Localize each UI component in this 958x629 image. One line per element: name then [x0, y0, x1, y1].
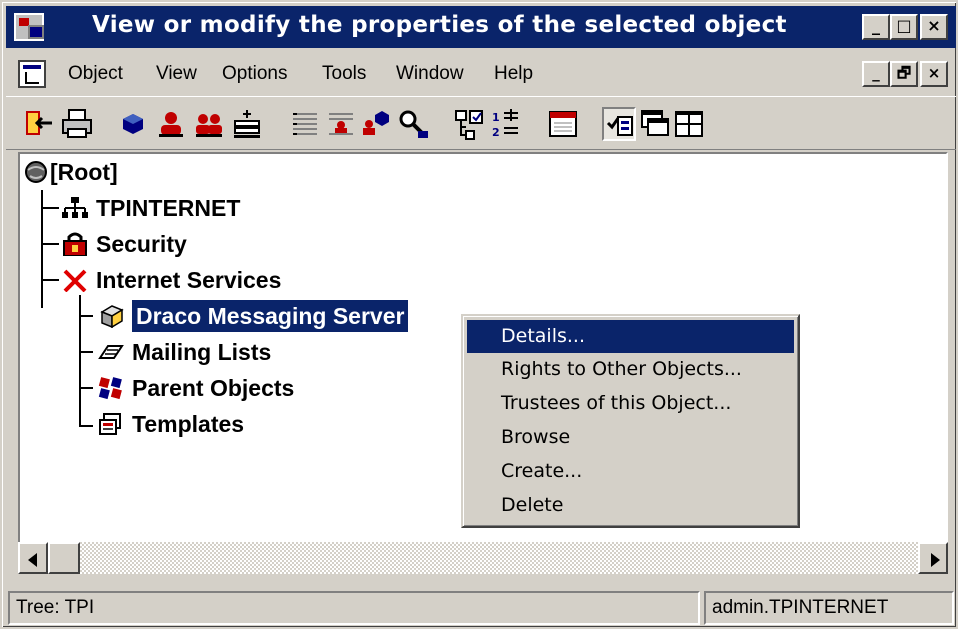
svg-text:1: 1	[492, 111, 500, 124]
sort-icon[interactable]: 12	[488, 107, 522, 141]
tile-icon[interactable]	[672, 107, 706, 141]
tree-connector	[79, 387, 93, 389]
status-bar: Tree: TPI admin.TPINTERNET	[6, 588, 956, 626]
doc-restore-button[interactable]: 🗗	[890, 61, 918, 87]
menu-item-details[interactable]: Details...	[467, 320, 794, 353]
application-window: View or modify the properties of the sel…	[0, 0, 958, 629]
app-icon[interactable]	[14, 13, 44, 41]
title-bar[interactable]: View or modify the properties of the sel…	[6, 6, 956, 48]
document-icon[interactable]	[18, 60, 46, 88]
add-user-icon[interactable]	[230, 107, 264, 141]
calendar-icon[interactable]	[546, 107, 580, 141]
minimize-button[interactable]: _	[862, 14, 890, 40]
globe-icon	[24, 160, 50, 184]
doc-minimize-button[interactable]: _	[862, 61, 890, 87]
print-icon[interactable]	[60, 107, 94, 141]
tree-connector	[79, 351, 93, 353]
search-icon[interactable]	[396, 107, 430, 141]
details-view-icon[interactable]	[288, 107, 322, 141]
trustees-icon[interactable]	[358, 107, 392, 141]
menu-item-delete[interactable]: Delete	[467, 489, 794, 522]
tree-connector	[41, 207, 59, 209]
mailing-list-icon	[98, 340, 124, 364]
close-button[interactable]: ×	[920, 14, 948, 40]
tree-connector	[41, 279, 59, 281]
server-icon	[98, 304, 124, 329]
exit-icon[interactable]	[22, 107, 56, 141]
check-icon[interactable]	[602, 107, 636, 141]
tree-node-label: Security	[96, 231, 187, 257]
menu-item-browse[interactable]: Browse	[467, 421, 794, 454]
menu-item-create[interactable]: Create...	[467, 455, 794, 488]
tree-node-label: Mailing Lists	[132, 339, 272, 365]
doc-close-button[interactable]: ×	[920, 61, 948, 87]
organization-icon	[62, 196, 88, 220]
tree-node-label: TPINTERNET	[96, 195, 241, 221]
tree-node-label: [Root]	[50, 159, 118, 185]
menu-help[interactable]: Help	[494, 63, 533, 85]
tree-node-label: Draco Messaging Server	[130, 299, 410, 333]
menu-options[interactable]: Options	[222, 63, 287, 85]
scroll-thumb[interactable]	[48, 542, 80, 574]
menu-object[interactable]: Object	[68, 63, 123, 85]
tree-node-label: Parent Objects	[132, 375, 295, 401]
toolbar: 12	[6, 96, 956, 150]
menu-view[interactable]: View	[156, 63, 197, 85]
create-object-icon[interactable]	[116, 107, 150, 141]
tree-node-label: Templates	[132, 411, 245, 437]
scroll-right-button[interactable]	[918, 542, 948, 574]
menu-window[interactable]: Window	[396, 63, 464, 85]
rights-icon[interactable]	[324, 107, 358, 141]
tree-view-icon[interactable]	[452, 107, 486, 141]
window-title: View or modify the properties of the sel…	[92, 12, 787, 38]
menu-item-rights-to-other-objects[interactable]: Rights to Other Objects...	[467, 353, 794, 386]
user-icon[interactable]	[154, 107, 188, 141]
tree-node-label: Internet Services	[96, 267, 282, 293]
windows-icon[interactable]	[638, 107, 672, 141]
maximize-button[interactable]: □	[890, 14, 918, 40]
scroll-left-button[interactable]	[18, 542, 48, 574]
red-x-icon	[62, 268, 88, 293]
tree-connector	[79, 425, 93, 427]
tree-connector	[79, 315, 93, 317]
parent-objects-icon	[98, 376, 124, 400]
status-tree: Tree: TPI	[8, 591, 700, 625]
status-user: admin.TPINTERNET	[704, 591, 954, 625]
context-menu: Details... Rights to Other Objects... Tr…	[461, 314, 800, 528]
right-arrow-icon	[931, 553, 940, 567]
horizontal-scrollbar[interactable]	[18, 542, 948, 574]
menu-item-trustees-of-this-object[interactable]: Trustees of this Object...	[467, 387, 794, 420]
group-icon[interactable]	[192, 107, 226, 141]
menu-tools[interactable]: Tools	[322, 63, 366, 85]
templates-icon	[98, 412, 124, 436]
tree-connector	[41, 243, 59, 245]
left-arrow-icon	[28, 553, 37, 567]
svg-text:2: 2	[492, 126, 500, 139]
menu-bar: Object View Options Tools Window Help _ …	[6, 58, 956, 92]
lock-icon	[62, 232, 88, 257]
